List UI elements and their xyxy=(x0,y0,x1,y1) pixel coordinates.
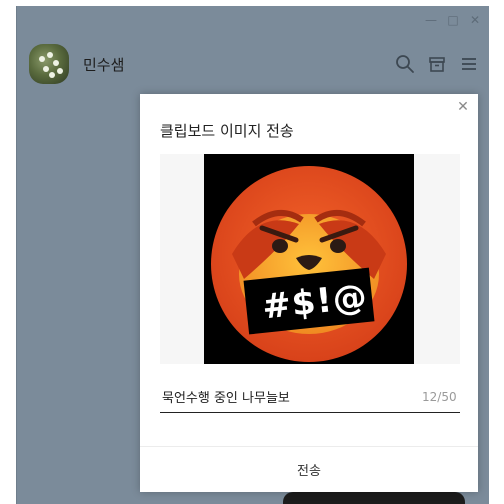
close-window-icon[interactable]: ✕ xyxy=(467,12,483,28)
image-preview: #$!@ xyxy=(160,154,460,364)
character-counter: 12/50 xyxy=(422,390,457,404)
minimize-icon[interactable]: — xyxy=(423,12,439,28)
caption-input[interactable] xyxy=(160,380,460,413)
dialog-title: 클립보드 이미지 전송 xyxy=(160,122,294,140)
screen: — □ ✕ 민수샘 ✕ 클립보드 이미지 전송 #$!@ 묵언수행 중인 나무늘… xyxy=(0,0,504,504)
archive-box-icon[interactable] xyxy=(427,54,447,74)
maximize-icon[interactable]: □ xyxy=(445,12,461,28)
emoji-image: #$!@ xyxy=(204,154,414,364)
background-message-bubble xyxy=(283,492,465,504)
search-icon[interactable] xyxy=(395,54,415,74)
image-send-dialog: ✕ 클립보드 이미지 전송 #$!@ 묵언수행 중인 나무늘보 12/50 전송 xyxy=(140,94,478,492)
chat-header: 민수샘 xyxy=(17,36,489,92)
chat-name[interactable]: 민수샘 xyxy=(83,54,124,75)
close-icon[interactable]: ✕ xyxy=(456,100,470,114)
menu-icon[interactable] xyxy=(459,54,479,74)
send-button[interactable]: 전송 xyxy=(140,447,478,492)
avatar[interactable] xyxy=(29,44,69,84)
title-bar: — □ ✕ xyxy=(17,6,489,36)
